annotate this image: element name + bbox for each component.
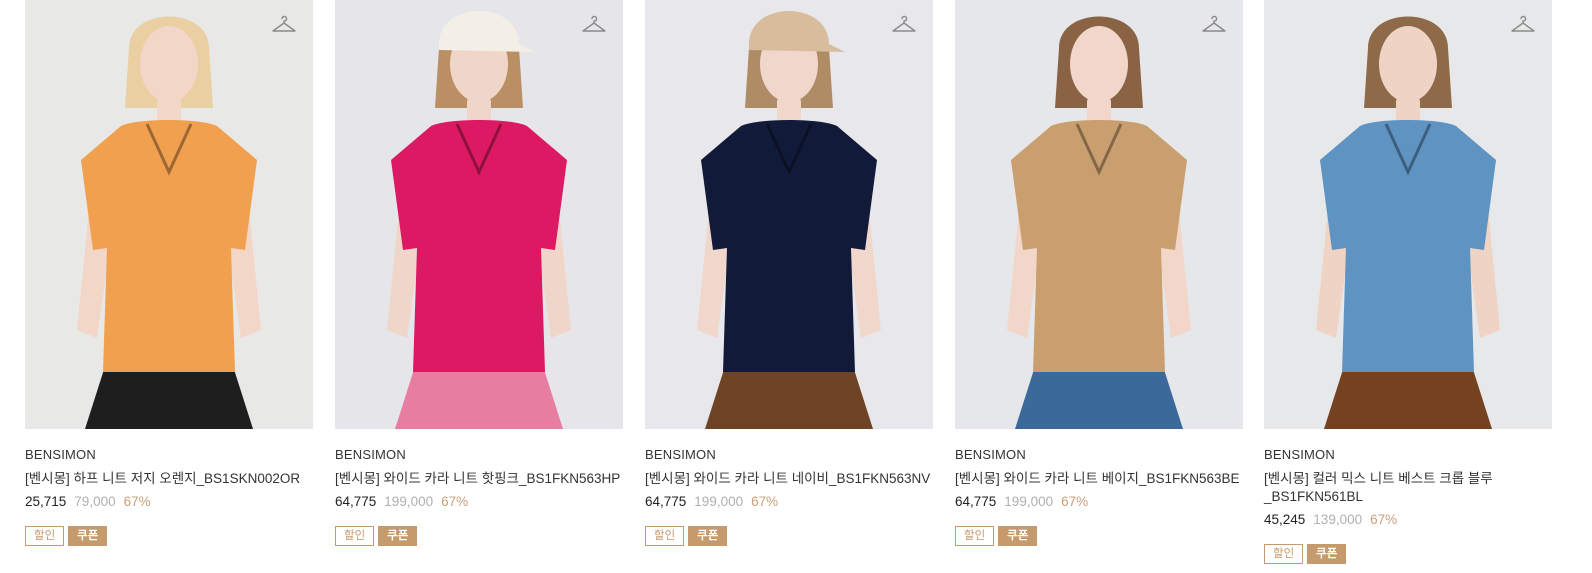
hanger-icon[interactable] [1201, 12, 1227, 36]
coupon-badge: 쿠폰 [998, 526, 1038, 546]
badge-row: 할인 쿠폰 [25, 526, 313, 546]
product-name[interactable]: [벤시몽] 컬러 믹스 니트 베스트 크롭 블루_BS1FKN561BL [1264, 470, 1552, 506]
badge-row: 할인 쿠폰 [645, 526, 933, 546]
brand-name: BENSIMON [1264, 447, 1335, 462]
model-photo [25, 0, 313, 429]
price-row: 64,775 199,000 67% [335, 493, 623, 511]
product-card[interactable]: BENSIMON [벤시몽] 와이드 카라 니트 베이지_BS1FKN563BE… [955, 0, 1243, 546]
product-card[interactable]: BENSIMON [벤시몽] 와이드 카라 니트 핫핑크_BS1FKN563HP… [335, 0, 623, 546]
original-price: 199,000 [1004, 494, 1054, 509]
hanger-icon[interactable] [581, 12, 607, 36]
brand-name: BENSIMON [335, 447, 406, 462]
brand-name: BENSIMON [645, 447, 716, 462]
sale-price: 64,775 [645, 494, 687, 509]
coupon-badge: 쿠폰 [688, 526, 728, 546]
product-image[interactable] [25, 0, 313, 429]
coupon-badge: 쿠폰 [1307, 544, 1347, 564]
discount-rate: 67% [1061, 494, 1089, 509]
product-image[interactable] [645, 0, 933, 429]
price-row: 64,775 199,000 67% [645, 493, 933, 511]
product-card[interactable]: BENSIMON [벤시몽] 와이드 카라 니트 네이비_BS1FKN563NV… [645, 0, 933, 546]
sale-price: 64,775 [335, 494, 377, 509]
product-image[interactable] [335, 0, 623, 429]
hanger-icon[interactable] [891, 12, 917, 36]
discount-rate: 67% [1370, 512, 1398, 527]
product-card[interactable]: BENSIMON [벤시몽] 하프 니트 저지 오렌지_BS1SKN002OR … [25, 0, 313, 546]
hanger-icon[interactable] [271, 12, 297, 36]
model-photo [1264, 0, 1552, 429]
price-row: 45,245 139,000 67% [1264, 511, 1552, 529]
product-name[interactable]: [벤시몽] 하프 니트 저지 오렌지_BS1SKN002OR [25, 470, 313, 488]
sale-badge: 할인 [1264, 544, 1304, 564]
sale-badge: 할인 [955, 526, 995, 546]
badge-row: 할인 쿠폰 [1264, 544, 1552, 564]
model-photo [645, 0, 933, 429]
sale-price: 64,775 [955, 494, 997, 509]
original-price: 199,000 [694, 494, 744, 509]
badge-row: 할인 쿠폰 [955, 526, 1243, 546]
sale-badge: 할인 [335, 526, 375, 546]
product-card[interactable]: BENSIMON [벤시몽] 컬러 믹스 니트 베스트 크롭 블루_BS1FKN… [1264, 0, 1552, 564]
discount-rate: 67% [123, 494, 151, 509]
brand-name: BENSIMON [25, 447, 96, 462]
model-photo [335, 0, 623, 429]
sale-badge: 할인 [645, 526, 685, 546]
price-row: 64,775 199,000 67% [955, 493, 1243, 511]
product-name[interactable]: [벤시몽] 와이드 카라 니트 네이비_BS1FKN563NV [645, 470, 933, 488]
product-name[interactable]: [벤시몽] 와이드 카라 니트 베이지_BS1FKN563BE [955, 470, 1243, 488]
product-image[interactable] [1264, 0, 1552, 429]
original-price: 199,000 [384, 494, 434, 509]
original-price: 139,000 [1313, 512, 1363, 527]
discount-rate: 67% [751, 494, 779, 509]
coupon-badge: 쿠폰 [68, 526, 108, 546]
sale-badge: 할인 [25, 526, 65, 546]
sale-price: 25,715 [25, 494, 67, 509]
model-photo [955, 0, 1243, 429]
product-grid: BENSIMON [벤시몽] 하프 니트 저지 오렌지_BS1SKN002OR … [0, 0, 1592, 573]
coupon-badge: 쿠폰 [378, 526, 418, 546]
original-price: 79,000 [74, 494, 116, 509]
brand-name: BENSIMON [955, 447, 1026, 462]
discount-rate: 67% [441, 494, 469, 509]
price-row: 25,715 79,000 67% [25, 493, 313, 511]
product-image[interactable] [955, 0, 1243, 429]
badge-row: 할인 쿠폰 [335, 526, 623, 546]
sale-price: 45,245 [1264, 512, 1306, 527]
product-name[interactable]: [벤시몽] 와이드 카라 니트 핫핑크_BS1FKN563HP [335, 470, 623, 488]
hanger-icon[interactable] [1510, 12, 1536, 36]
